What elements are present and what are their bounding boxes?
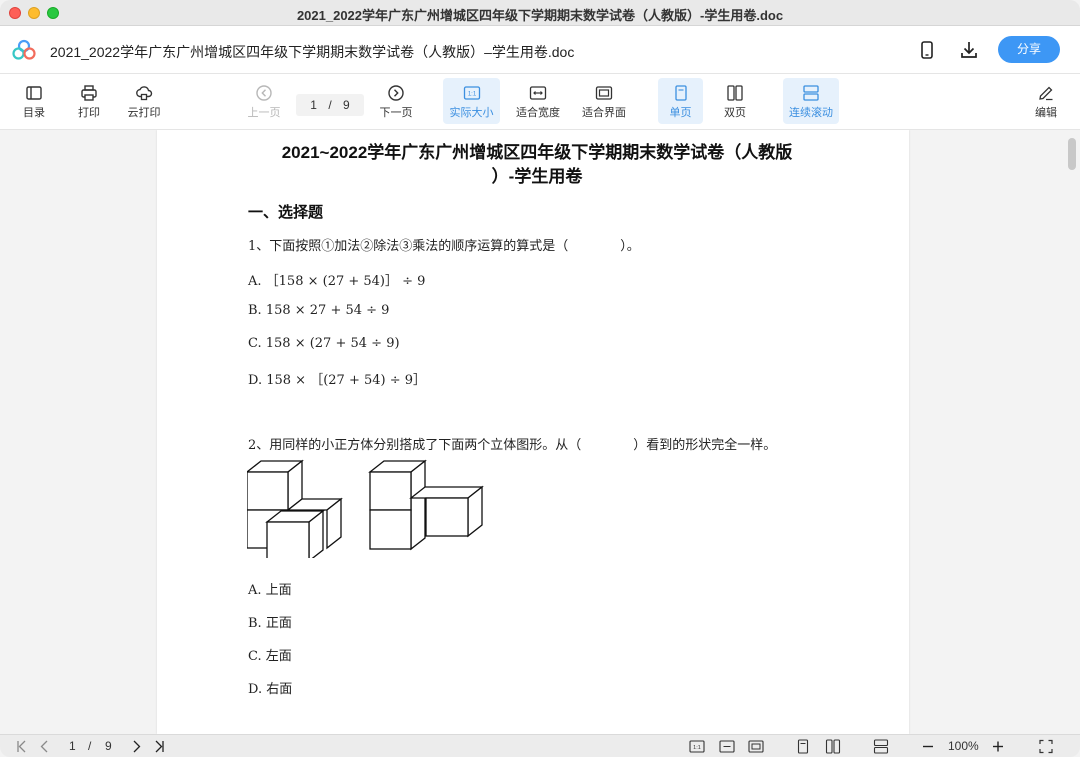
app-header: 2021_2022学年广东广州增城区四年级下学期期末数学试卷（人教版）–学生用卷…: [0, 26, 1080, 74]
single-page-small-icon[interactable]: [795, 739, 811, 754]
doc-heading: 2021~2022学年广东广州增城区四年级下学期期末数学试卷（人教版 ）-学生用…: [247, 141, 827, 189]
q1-option-a: A. ［158 × (27 + 54)］ ÷ 9: [248, 274, 426, 289]
single-page-icon: [674, 85, 687, 101]
vertical-scrollbar[interactable]: [1068, 138, 1076, 170]
toc-icon: [26, 86, 42, 100]
fullscreen-icon[interactable]: [1038, 739, 1054, 754]
window-title: 2021_2022学年广东广州增城区四年级下学期期末数学试卷（人教版）-学生用卷…: [296, 8, 784, 23]
continuous-scroll-small-icon[interactable]: [873, 739, 889, 754]
phone-icon[interactable]: [916, 39, 938, 61]
continuous-scroll-button[interactable]: 连续滚动: [783, 78, 839, 124]
q2-option-c: C. 左面: [248, 649, 292, 664]
share-button[interactable]: 分享: [998, 36, 1060, 63]
double-page-label: 双页: [724, 107, 746, 119]
document-title: 2021_2022学年广东广州增城区四年级下学期期末数学试卷（人教版）–学生用卷…: [50, 44, 575, 60]
fit-screen-small-icon[interactable]: [748, 739, 764, 754]
question-2: 2、用同样的小正方体分别搭成了下面两个立体图形。从（ ）看到的形状完全一样。: [248, 438, 777, 453]
fit-screen-icon: [595, 86, 613, 100]
fit-screen-label: 适合界面: [582, 107, 626, 119]
page-separator: /: [328, 98, 332, 112]
edit-label: 编辑: [1035, 107, 1057, 119]
cloud-print-icon: [136, 86, 153, 101]
q2-option-b: B. 正面: [248, 616, 292, 631]
next-page-label: 下一页: [379, 107, 413, 119]
cloud-print-label: 云打印: [127, 107, 161, 119]
single-page-button[interactable]: 单页: [658, 78, 703, 124]
q1-option-b: B. 158 × 27 + 54 ÷ 9: [248, 303, 390, 318]
section-heading: 一、选择题: [248, 204, 324, 221]
actual-size-small-icon-text: 1:1: [693, 745, 701, 751]
continuous-scroll-label: 连续滚动: [789, 107, 833, 119]
q1-option-c: C. 158 × (27 + 54 ÷ 9): [248, 336, 400, 351]
chevron-right-circle-icon: [388, 85, 404, 101]
double-page-icon: [727, 85, 743, 101]
toc-label: 目录: [23, 107, 45, 119]
print-button[interactable]: 打印: [69, 78, 109, 124]
toc-button[interactable]: 目录: [14, 78, 54, 124]
toolbar: 目录 打印 云打印 上一页 1 / 9 下一页 1:1 实际大小 适合宽度 适合…: [0, 74, 1080, 130]
status-page-current: 1: [69, 739, 76, 753]
status-page-separator: /: [88, 739, 92, 753]
prev-page-button[interactable]: 上一页: [243, 78, 285, 124]
next-page-button[interactable]: 下一页: [375, 78, 417, 124]
page-number-input[interactable]: 1 / 9: [296, 94, 364, 116]
fit-width-icon: [529, 86, 547, 100]
zoom-out-icon[interactable]: [920, 739, 936, 754]
prev-page-label: 上一页: [247, 107, 281, 119]
app-window: 2021_2022学年广东广州增城区四年级下学期期末数学试卷（人教版）-学生用卷…: [0, 0, 1080, 757]
next-page-icon[interactable]: [128, 739, 144, 754]
edit-button[interactable]: 编辑: [1026, 78, 1066, 124]
double-page-small-icon[interactable]: [825, 739, 841, 754]
fit-width-button[interactable]: 适合宽度: [510, 78, 566, 124]
document-viewport[interactable]: 2021~2022学年广东广州增城区四年级下学期期末数学试卷（人教版 ）-学生用…: [0, 130, 1080, 734]
fit-screen-button[interactable]: 适合界面: [576, 78, 632, 124]
q2-option-d: D. 右面: [248, 682, 293, 697]
status-bar: 1 / 9 1:1 100%: [0, 734, 1080, 757]
cube-figure-right: [368, 459, 484, 551]
cube-figure-left: [247, 459, 343, 558]
print-label: 打印: [78, 107, 100, 119]
prev-page-icon[interactable]: [37, 739, 53, 754]
download-icon[interactable]: [958, 39, 980, 61]
actual-size-label: 实际大小: [449, 107, 494, 119]
cloud-print-button[interactable]: 云打印: [122, 78, 166, 124]
fit-width-small-icon[interactable]: [719, 739, 735, 754]
status-page-total: 9: [105, 739, 112, 753]
actual-size-icon: 1:1: [463, 86, 480, 100]
q2-option-a: A. 上面: [248, 583, 292, 598]
first-page-icon[interactable]: [14, 739, 30, 754]
page-total: 9: [343, 98, 350, 112]
zoom-level[interactable]: 100%: [948, 739, 979, 753]
page-current: 1: [310, 98, 317, 112]
zoom-in-icon[interactable]: [990, 739, 1006, 754]
actual-size-small-icon[interactable]: 1:1: [689, 739, 705, 754]
cube-figures: [247, 459, 484, 558]
actual-size-button[interactable]: 1:1 实际大小: [443, 78, 500, 124]
last-page-icon[interactable]: [151, 739, 167, 754]
continuous-scroll-icon: [803, 85, 819, 101]
printer-icon: [81, 85, 97, 101]
doc-heading-line2: ）-学生用卷: [491, 167, 583, 186]
document-page: 2021~2022学年广东广州增城区四年级下学期期末数学试卷（人教版 ）-学生用…: [157, 130, 909, 734]
double-page-button[interactable]: 双页: [713, 78, 757, 124]
single-page-label: 单页: [669, 107, 692, 119]
doc-heading-line1: 2021~2022学年广东广州增城区四年级下学期期末数学试卷（人教版: [281, 143, 793, 162]
app-logo-icon: [12, 39, 36, 60]
fit-width-label: 适合宽度: [516, 107, 560, 119]
chevron-left-circle-icon: [256, 85, 272, 101]
edit-icon: [1039, 86, 1053, 101]
actual-size-icon-text: 1:1: [467, 92, 476, 98]
q1-option-d: D. 158 × ［(27 + 54) ÷ 9］: [248, 373, 427, 388]
title-bar: 2021_2022学年广东广州增城区四年级下学期期末数学试卷（人教版）-学生用卷…: [0, 0, 1080, 26]
question-1: 1、下面按照①加法②除法③乘法的顺序运算的算式是（ ）。: [248, 239, 640, 254]
